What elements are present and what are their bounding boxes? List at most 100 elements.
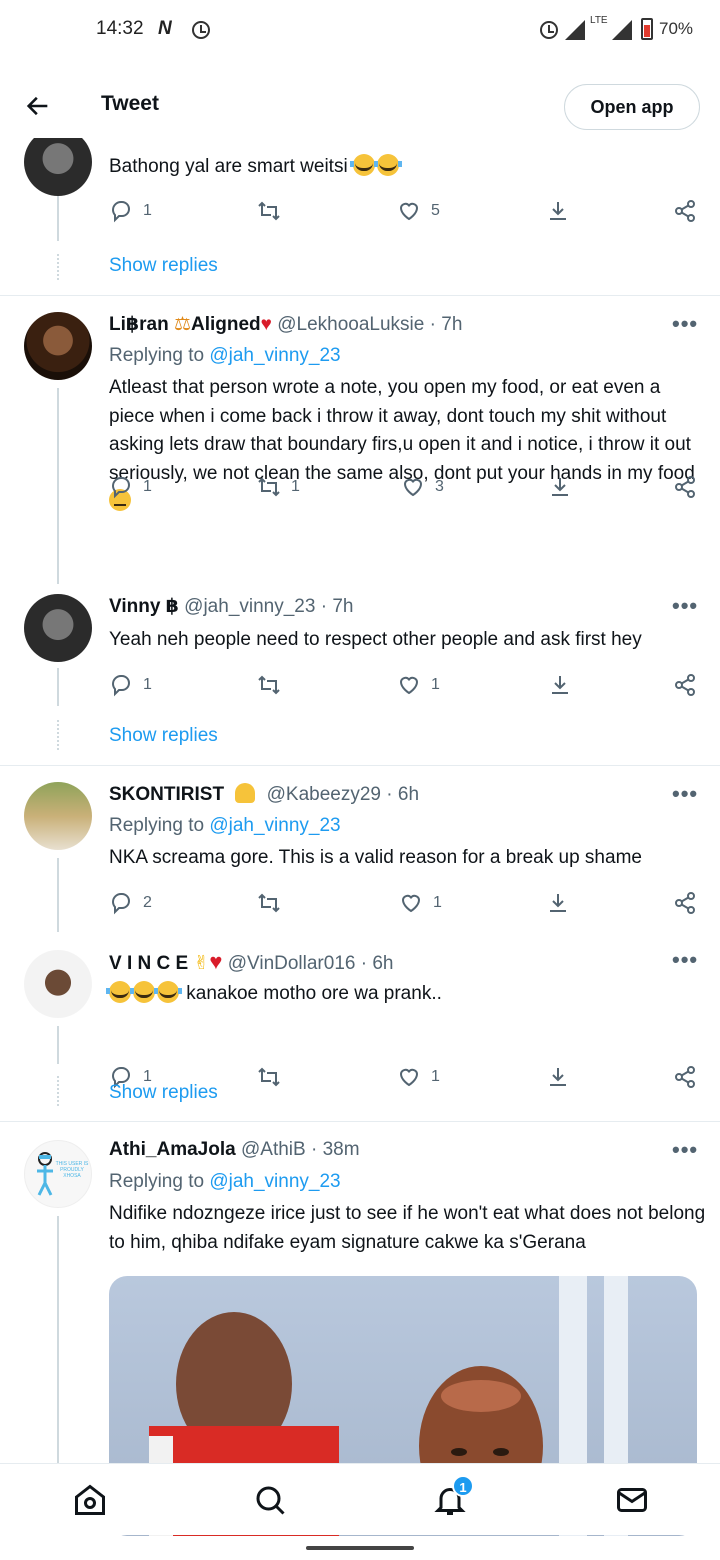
home-icon[interactable] <box>72 1482 108 1518</box>
tweet-actions: 1 5 <box>109 198 709 224</box>
like-button[interactable]: 1 <box>399 890 442 916</box>
laughing-emoji <box>349 154 378 176</box>
tweet-text-content: Bathong yal are smart weitsi <box>109 156 348 177</box>
display-name[interactable]: Vinny ฿ <box>109 596 179 617</box>
avatar[interactable] <box>24 312 92 380</box>
download-icon <box>550 894 566 912</box>
show-replies-link[interactable]: Show replies <box>109 1082 218 1104</box>
retweet-count: 1 <box>291 478 300 495</box>
avatar[interactable] <box>24 128 92 196</box>
scales-icon: ⚖ <box>173 314 191 335</box>
bookmark-button[interactable] <box>548 672 572 698</box>
tweet-item[interactable]: Vinny ฿ @jah_vinny_23 · 7h ••• Yeah neh … <box>0 584 720 766</box>
tweet-text: Yeah neh people need to respect other pe… <box>109 626 709 655</box>
more-options-icon[interactable]: ••• <box>672 947 698 973</box>
reply-button[interactable]: 1 <box>109 672 152 698</box>
handle[interactable]: @LekhooaLuksie <box>277 314 424 335</box>
retweet-icon <box>258 1067 280 1087</box>
retweet-icon <box>258 675 280 695</box>
thread-dots <box>57 720 59 750</box>
timestamp: · 7h <box>320 596 354 617</box>
thread-line <box>57 668 59 706</box>
mail-icon[interactable] <box>614 1482 650 1518</box>
open-app-button[interactable]: Open app <box>564 84 700 130</box>
share-icon <box>675 476 695 498</box>
avatar[interactable] <box>24 594 92 662</box>
like-count: 1 <box>431 676 440 693</box>
handle[interactable]: @Kabeezy29 <box>267 784 381 805</box>
replying-to-handle[interactable]: @jah_vinny_23 <box>209 345 340 366</box>
thread-line <box>57 388 59 584</box>
timestamp: · 38m <box>310 1139 360 1160</box>
like-button[interactable]: 5 <box>397 198 440 224</box>
share-button[interactable] <box>673 198 697 224</box>
reply-icon <box>111 201 130 223</box>
timestamp: · 6h <box>360 953 394 974</box>
avatar[interactable] <box>24 950 92 1018</box>
network-n-icon: N <box>158 18 172 39</box>
laughing-emoji <box>373 154 402 176</box>
handle[interactable]: @jah_vinny_23 <box>184 596 315 617</box>
back-arrow-icon[interactable] <box>24 92 52 120</box>
timestamp: · 7h <box>429 314 463 335</box>
app-header: Tweet Open app <box>0 74 720 138</box>
thread-line <box>57 858 59 932</box>
laughing-emoji <box>106 981 134 1003</box>
tweet-text: Ndifike ndozngeze irice just to see if h… <box>109 1200 709 1257</box>
bookmark-button[interactable] <box>546 198 570 224</box>
display-name[interactable]: Athi_AmaJola <box>109 1139 236 1160</box>
tweet-item[interactable]: THIS USER IS PROUDLY XHOSA Athi_AmaJola … <box>0 1122 720 1536</box>
display-name[interactable]: V I N C E <box>109 953 188 974</box>
search-icon[interactable] <box>252 1482 288 1518</box>
more-options-icon[interactable]: ••• <box>672 1137 698 1163</box>
like-button[interactable]: 3 <box>401 474 444 500</box>
share-button[interactable] <box>673 672 697 698</box>
more-options-icon[interactable]: ••• <box>672 311 698 337</box>
avatar[interactable]: THIS USER IS PROUDLY XHOSA <box>24 1140 92 1208</box>
victory-hand-emoji: ✌ <box>193 953 210 974</box>
signal-icon-2 <box>612 20 632 40</box>
share-button[interactable] <box>673 474 697 500</box>
bookmark-button[interactable] <box>548 474 572 500</box>
share-button[interactable] <box>673 890 697 916</box>
reply-button[interactable]: 1 <box>109 474 152 500</box>
status-bar: 14:32 N LTE 70% <box>0 0 720 60</box>
handle[interactable]: @VinDollar016 <box>228 953 356 974</box>
show-replies-link[interactable]: Show replies <box>109 725 218 747</box>
avatar[interactable] <box>24 782 92 850</box>
retweet-button[interactable] <box>257 890 281 916</box>
reply-button[interactable]: 2 <box>109 890 152 916</box>
tweet-item[interactable]: V I N C E ✌♥ @VinDollar016 · 6h ••• kana… <box>0 932 720 1122</box>
replying-to-handle[interactable]: @jah_vinny_23 <box>209 815 340 836</box>
display-name[interactable]: SKONTIRIST <box>109 784 224 805</box>
heart-icon <box>399 1068 419 1087</box>
reply-button[interactable]: 1 <box>109 198 152 224</box>
share-button[interactable] <box>673 1064 697 1090</box>
display-name[interactable]: Li฿ran ⚖Aligned♥ <box>109 314 272 335</box>
handle[interactable]: @AthiB <box>241 1139 306 1160</box>
home-indicator <box>306 1546 414 1550</box>
heart-emoji: ♥ <box>260 314 272 335</box>
heart-emoji: ♥ <box>209 949 223 974</box>
retweet-button[interactable] <box>257 1064 281 1090</box>
tweet-item[interactable]: Bathong yal are smart weitsi 1 5 Show re… <box>0 128 720 296</box>
bookmark-button[interactable] <box>546 890 570 916</box>
bookmark-button[interactable] <box>546 1064 570 1090</box>
replying-to-handle[interactable]: @jah_vinny_23 <box>209 1171 340 1192</box>
like-button[interactable]: 1 <box>397 1064 440 1090</box>
tweet-item[interactable]: SKONTIRIST @Kabeezy29 · 6h ••• Replying … <box>0 766 720 932</box>
bottom-nav: 1 <box>0 1463 720 1535</box>
retweet-button[interactable] <box>257 198 281 224</box>
reply-count: 1 <box>143 676 152 693</box>
construction-worker-emoji <box>235 783 256 803</box>
tweet-item[interactable]: Li฿ran ⚖Aligned♥ @LekhooaLuksie · 7h •••… <box>0 296 720 584</box>
retweet-button[interactable]: 1 <box>257 474 300 500</box>
retweet-button[interactable] <box>257 672 281 698</box>
download-icon <box>550 202 566 220</box>
like-button[interactable]: 1 <box>397 672 440 698</box>
share-icon <box>675 892 695 914</box>
more-options-icon[interactable]: ••• <box>672 593 698 619</box>
show-replies-link[interactable]: Show replies <box>109 255 218 277</box>
tweet-text: kanakoe motho ore wa prank.. <box>106 980 709 1009</box>
more-options-icon[interactable]: ••• <box>672 781 698 807</box>
